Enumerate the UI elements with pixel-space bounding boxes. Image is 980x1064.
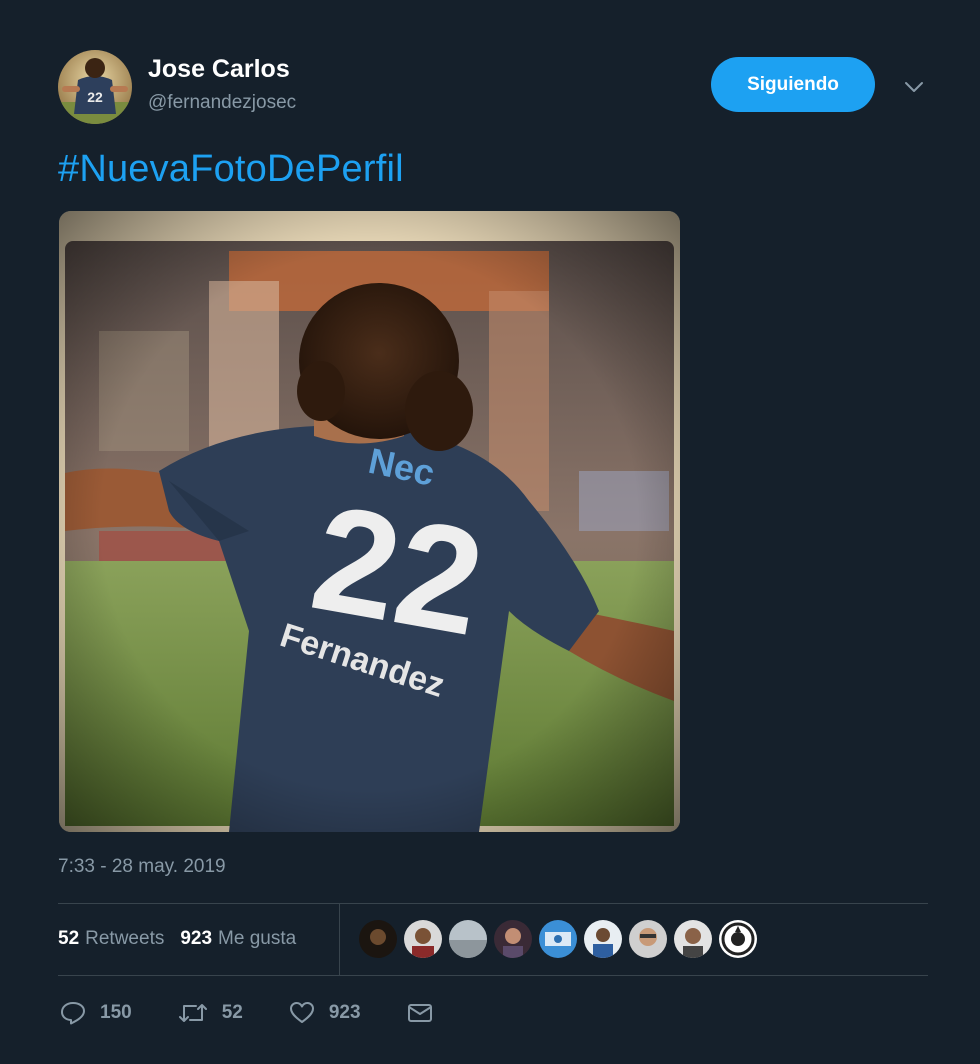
- likes-stat[interactable]: 923 Me gusta: [180, 928, 296, 950]
- svg-text:22: 22: [87, 89, 103, 105]
- tweet-photo[interactable]: Nec 22 Fernandez: [59, 211, 680, 832]
- retweets-count: 52: [58, 928, 80, 949]
- footballer-photo: Nec 22 Fernandez: [59, 211, 680, 832]
- retweet-count: 52: [221, 1002, 243, 1023]
- retweet-icon: [178, 1004, 207, 1022]
- following-button[interactable]: Siguiendo: [711, 57, 875, 112]
- heart-icon: [289, 1002, 314, 1023]
- liker-avatars: [359, 920, 757, 958]
- liker-avatar[interactable]: [674, 920, 712, 958]
- retweets-label: Retweets: [85, 928, 165, 949]
- tweet-stats: 52 Retweets 923 Me gusta: [58, 903, 296, 975]
- hashtag-link[interactable]: #NuevaFotoDePerfil: [58, 148, 404, 191]
- liker-avatar[interactable]: [404, 920, 442, 958]
- reply-icon: [61, 1002, 85, 1025]
- like-count: 923: [328, 1002, 361, 1023]
- liker-avatar[interactable]: [719, 920, 757, 958]
- tweet-actions: 150 52 923: [60, 996, 479, 1030]
- retweets-stat[interactable]: 52 Retweets: [58, 928, 164, 950]
- liker-avatar[interactable]: [359, 920, 397, 958]
- liker-avatar[interactable]: [629, 920, 667, 958]
- stats-separator: [339, 903, 340, 975]
- tweet-timestamp[interactable]: 7:33 - 28 may. 2019: [58, 856, 226, 878]
- likes-count: 923: [180, 928, 213, 949]
- reply-button[interactable]: 150: [60, 1001, 132, 1025]
- author-handle[interactable]: @fernandezjosec: [148, 92, 296, 114]
- author-display-name[interactable]: Jose Carlos: [148, 55, 290, 84]
- chevron-down-icon: [905, 82, 923, 92]
- liker-avatar[interactable]: [584, 920, 622, 958]
- like-button[interactable]: 923: [289, 1001, 361, 1025]
- divider-bottom: [58, 975, 928, 976]
- likes-label: Me gusta: [218, 928, 297, 949]
- tweet-menu-button[interactable]: [900, 74, 928, 100]
- liker-avatar[interactable]: [449, 920, 487, 958]
- avatar-image: 22: [58, 50, 132, 124]
- liker-avatar[interactable]: [539, 920, 577, 958]
- envelope-icon: [407, 1004, 432, 1022]
- author-avatar[interactable]: 22: [58, 50, 132, 124]
- retweet-button[interactable]: 52: [178, 1001, 243, 1025]
- liker-avatar[interactable]: [494, 920, 532, 958]
- direct-message-button[interactable]: [407, 1002, 433, 1024]
- reply-count: 150: [100, 1002, 132, 1023]
